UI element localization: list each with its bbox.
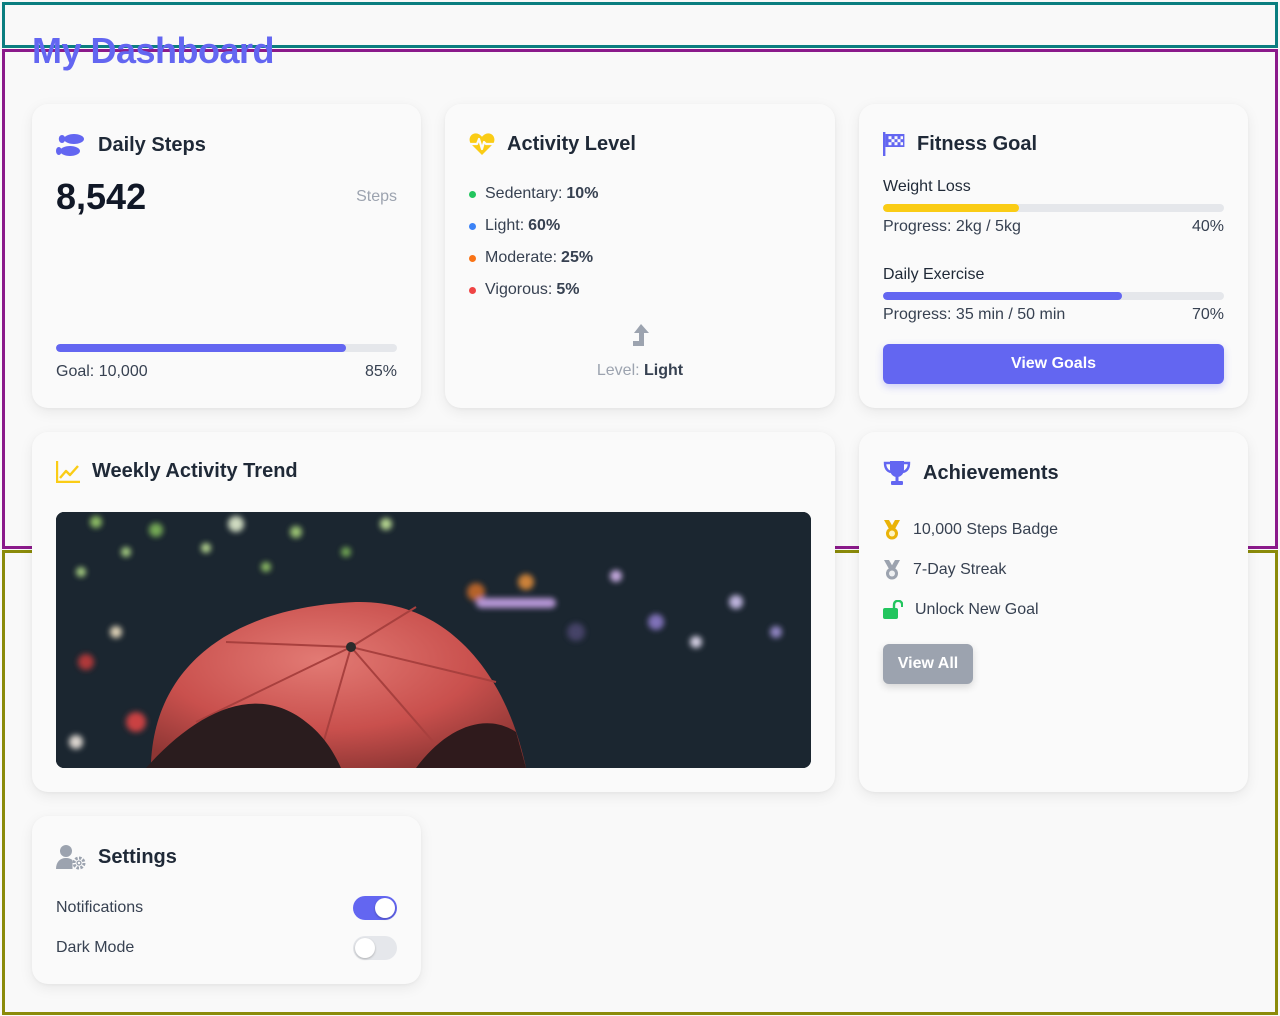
umbrella-photo	[56, 512, 811, 768]
weight-loss-progress-text: Progress: 2kg / 5kg	[883, 218, 1021, 235]
activity-level-card: Activity Level Sedentary: 10% Light: 60% M…	[445, 104, 835, 408]
activity-dot	[469, 286, 476, 294]
achievement-item: 7-Day Streak	[883, 550, 1058, 590]
daily-exercise-progress-bar	[883, 292, 1224, 300]
activity-item: Sedentary: 10%	[469, 178, 598, 210]
toggle-knob	[355, 938, 375, 958]
activity-header: Activity Level	[469, 132, 636, 156]
chart-line-icon	[56, 460, 80, 483]
settings-title: Settings	[98, 845, 177, 868]
achievement-label: 10,000 Steps Badge	[913, 521, 1059, 538]
toggle-knob	[375, 898, 395, 918]
achievement-label: 7-Day Streak	[913, 561, 1007, 578]
activity-level-readout: Level: Light	[445, 362, 835, 380]
activity-item-value: 60%	[528, 217, 561, 234]
achievements-list: 10,000 Steps Badge 7-Day Streak Unlock N…	[883, 510, 1058, 630]
flag-checkered-icon	[883, 132, 905, 156]
goal-name-daily-exercise: Daily Exercise	[883, 266, 985, 283]
unlock-icon	[883, 600, 903, 619]
activity-item: Moderate: 25%	[469, 242, 598, 274]
level-up-arrow-icon	[633, 324, 649, 346]
achievements-title: Achievements	[923, 461, 1059, 484]
daily-exercise-percent: 70%	[1191, 306, 1224, 323]
medal-gold-icon	[884, 520, 900, 540]
view-goals-button[interactable]: View Goals	[883, 344, 1224, 384]
activity-item-value: 25%	[561, 249, 594, 266]
daily-steps-title: Daily Steps	[98, 133, 206, 156]
weight-loss-progress-fill	[883, 204, 1020, 212]
weight-loss-progress-bar	[883, 204, 1224, 212]
fitness-goal-card: Fitness Goal Weight Loss Progress: 2kg /…	[859, 104, 1248, 408]
dark-mode-toggle[interactable]	[353, 936, 397, 960]
settings-header: Settings	[56, 844, 177, 870]
level-value: Light	[644, 362, 684, 379]
steps-percent: 85%	[364, 363, 397, 380]
daily-exercise-progress-fill	[883, 292, 1122, 300]
activity-item: Light: 60%	[469, 210, 598, 242]
steps-goal: Goal: 10,000	[56, 363, 148, 380]
fitness-goal-header: Fitness Goal	[883, 132, 1037, 156]
activity-dot	[469, 222, 476, 230]
achievement-item: Unlock New Goal	[883, 590, 1058, 630]
activity-title: Activity Level	[507, 132, 636, 155]
steps-progress-bar	[56, 344, 397, 352]
activity-item-label: Vigorous:	[485, 281, 553, 298]
activity-dot	[469, 190, 476, 198]
activity-item-label: Sedentary:	[485, 185, 563, 202]
achievements-header: Achievements	[883, 460, 1059, 486]
activity-dot	[469, 254, 476, 262]
shoe-prints-icon	[56, 134, 84, 156]
steps-value: 8,542	[56, 176, 147, 217]
achievements-card: Achievements 10,000 Steps Badge 7-Day St…	[859, 432, 1248, 792]
notifications-setting-row: Notifications	[56, 896, 397, 920]
activity-item-label: Light:	[485, 217, 525, 234]
activity-item-value: 10%	[566, 185, 599, 202]
notifications-label: Notifications	[56, 899, 144, 916]
weekly-title: Weekly Activity Trend	[92, 460, 298, 482]
steps-unit: Steps	[356, 188, 397, 205]
dark-mode-label: Dark Mode	[56, 939, 135, 956]
activity-item-label: Moderate:	[485, 249, 558, 266]
weekly-header: Weekly Activity Trend	[56, 460, 298, 483]
settings-card: Settings Notifications Dark Mode	[32, 816, 421, 984]
steps-progress-fill	[56, 344, 346, 352]
achievement-item: 10,000 Steps Badge	[883, 510, 1058, 550]
page-title: My Dashboard	[32, 30, 275, 71]
user-cog-icon	[56, 845, 86, 870]
activity-item: Vigorous: 5%	[469, 274, 598, 306]
fitness-goal-title: Fitness Goal	[917, 132, 1038, 155]
trophy-icon	[883, 461, 911, 485]
medal-silver-icon	[884, 560, 900, 580]
notifications-toggle[interactable]	[353, 896, 397, 920]
activity-item-value: 5%	[556, 281, 580, 298]
weight-loss-percent: 40%	[1191, 218, 1224, 235]
weekly-activity-card: Weekly Activity Trend	[32, 432, 835, 792]
view-all-button[interactable]: View All	[883, 644, 973, 684]
level-label: Level:	[596, 362, 640, 379]
heartbeat-icon	[469, 133, 495, 155]
dark-mode-setting-row: Dark Mode	[56, 936, 397, 960]
daily-steps-header: Daily Steps	[56, 132, 206, 158]
daily-steps-card: Daily Steps 8,542 Steps Goal: 10,000 85%	[32, 104, 421, 408]
activity-breakdown-list: Sedentary: 10% Light: 60% Moderate: 25% Vig…	[469, 178, 598, 306]
achievement-label: Unlock New Goal	[915, 601, 1039, 618]
goal-name-weight-loss: Weight Loss	[883, 178, 971, 195]
daily-exercise-progress-text: Progress: 35 min / 50 min	[883, 306, 1066, 323]
